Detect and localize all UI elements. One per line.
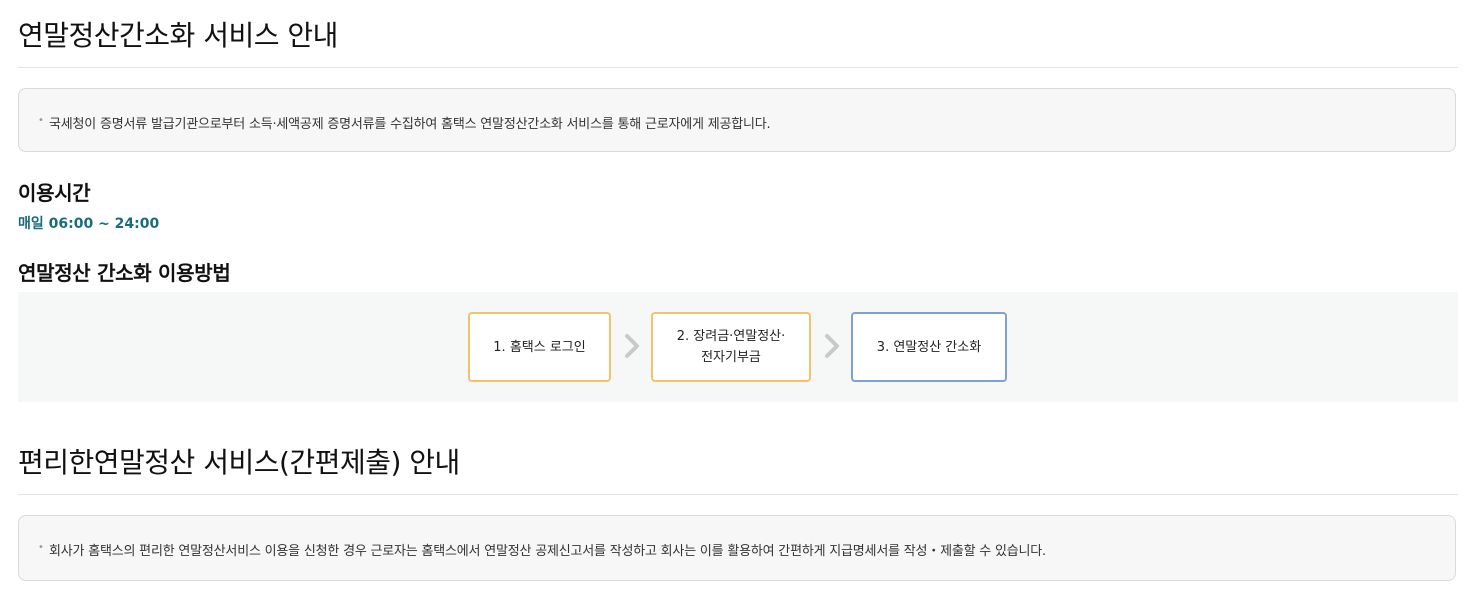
method-heading: 연말정산 간소화 이용방법 — [18, 261, 231, 285]
bullet-icon: • — [38, 115, 44, 126]
bullet-icon: • — [38, 542, 44, 553]
step-label: 3. 연말정산 간소화 — [876, 339, 982, 355]
hours-value: 매일 06:00 ~ 24:00 — [18, 216, 160, 232]
hours-heading: 이용시간 — [18, 181, 91, 205]
chevron-right-icon — [625, 334, 639, 358]
step-yearend-simplified[interactable]: 3. 연말정산 간소화 — [851, 312, 1007, 382]
section-title-convenient-service: 편리한연말정산 서비스(간편제출) 안내 — [18, 446, 460, 479]
notice-text: 국세청이 증명서류 발급기관으로부터 소득·세액공제 증명서류를 수집하여 홈택… — [49, 117, 771, 132]
chevron-right-icon — [825, 334, 839, 358]
step-label-line2: 전자기부금 — [701, 350, 761, 365]
step-label: 1. 홈택스 로그인 — [493, 339, 586, 355]
notice-text: 회사가 홈택스의 편리한 연말정산서비스 이용을 신청한 경우 근로자는 홈택스… — [49, 544, 1046, 559]
step-incentive-yearend-donation[interactable]: 2. 장려금·연말정산· 전자기부금 — [651, 312, 811, 382]
step-hometax-login[interactable]: 1. 홈택스 로그인 — [468, 312, 611, 382]
divider — [18, 67, 1458, 68]
notice-box-simplified-service: • 국세청이 증명서류 발급기관으로부터 소득·세액공제 증명서류를 수집하여 … — [18, 88, 1456, 152]
notice-box-convenient-service: • 회사가 홈택스의 편리한 연말정산서비스 이용을 신청한 경우 근로자는 홈… — [18, 515, 1456, 581]
divider — [18, 494, 1458, 495]
steps-panel: 1. 홈택스 로그인 2. 장려금·연말정산· 전자기부금 3. 연말정산 간소… — [18, 292, 1458, 402]
section-title-simplified-service: 연말정산간소화 서비스 안내 — [18, 19, 338, 52]
step-label-line1: 2. 장려금·연말정산· — [676, 329, 786, 344]
